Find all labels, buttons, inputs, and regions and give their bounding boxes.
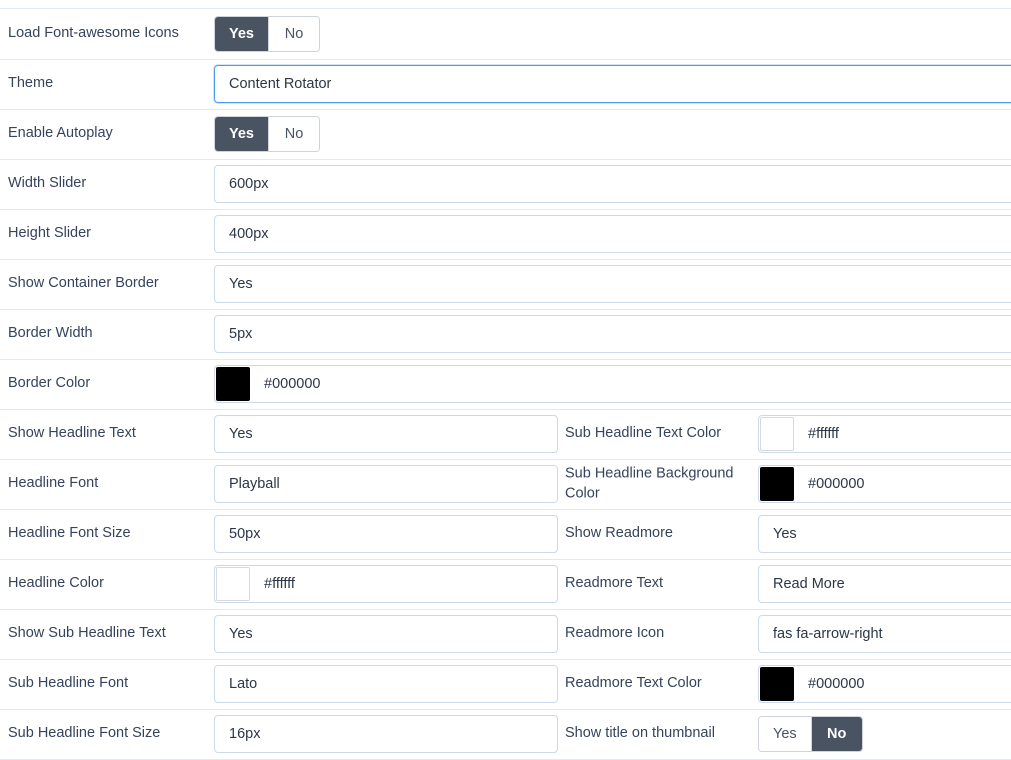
border-color-color-field[interactable]: #000000 bbox=[214, 365, 1011, 403]
readmore-text-color-color-swatch[interactable] bbox=[760, 667, 794, 701]
setting-label-readmore-icon: Readmore Icon bbox=[565, 625, 665, 642]
setting-row-height-slider: Height Slider 400px bbox=[0, 209, 1011, 259]
readmore-icon-value: fas fa-arrow-right bbox=[773, 626, 883, 642]
load-font-awesome-icons-toggle-yes[interactable]: Yes bbox=[215, 17, 269, 51]
sub-headline-background-color-color-swatch[interactable] bbox=[760, 467, 794, 501]
setting-label-show-title-on-thumbnail: Show title on thumbnail bbox=[565, 725, 715, 742]
setting-label-border-width: Border Width bbox=[8, 325, 93, 342]
setting-row-readmore-text-color: Readmore Text Color #000000 bbox=[0, 659, 1011, 709]
enable-autoplay-toggle-yes[interactable]: Yes bbox=[215, 117, 269, 151]
border-color-color-hex: #000000 bbox=[264, 376, 321, 392]
setting-label-theme: Theme bbox=[8, 75, 54, 92]
setting-label-show-container-border: Show Container Border bbox=[8, 275, 159, 292]
width-slider-input[interactable]: 600px bbox=[214, 165, 1011, 203]
setting-row-show-readmore: Show Readmore Yes bbox=[0, 509, 1011, 559]
sub-headline-text-color-color-field[interactable]: #ffffff bbox=[758, 415, 1011, 453]
load-font-awesome-icons-toggle-no[interactable]: No bbox=[269, 17, 319, 51]
width-slider-value: 600px bbox=[229, 176, 269, 192]
setting-row-load-font-awesome-icons: Load Font-awesome Icons Yes No bbox=[0, 9, 1011, 59]
enable-autoplay-toggle[interactable]: Yes No bbox=[214, 116, 320, 152]
setting-row-theme: Theme Content Rotator bbox=[0, 59, 1011, 109]
show-container-border-input[interactable]: Yes bbox=[214, 265, 1011, 303]
setting-label-readmore-text: Readmore Text bbox=[565, 575, 664, 592]
setting-label-height-slider: Height Slider bbox=[8, 225, 92, 242]
readmore-icon-input[interactable]: fas fa-arrow-right bbox=[758, 615, 1011, 653]
setting-row-width-slider: Width Slider 600px bbox=[0, 159, 1011, 209]
setting-row-show-title-on-thumbnail: Show title on thumbnail Yes No bbox=[0, 709, 1011, 759]
show-container-border-value: Yes bbox=[229, 276, 253, 292]
setting-label-sub-headline-background-color: Sub Headline Background Color bbox=[565, 465, 734, 501]
show-readmore-input[interactable]: Yes bbox=[758, 515, 1011, 553]
height-slider-input[interactable]: 400px bbox=[214, 215, 1011, 253]
enable-autoplay-toggle-no[interactable]: No bbox=[269, 117, 319, 151]
sub-headline-background-color-color-hex: #000000 bbox=[808, 476, 865, 492]
show-title-on-thumbnail-toggle-yes[interactable]: Yes bbox=[759, 717, 812, 751]
height-slider-value: 400px bbox=[229, 226, 269, 242]
setting-row-show-container-border: Show Container Border Yes bbox=[0, 259, 1011, 309]
setting-label-load-font-awesome-icons: Load Font-awesome Icons bbox=[8, 25, 179, 42]
theme-value: Content Rotator bbox=[229, 76, 332, 92]
theme-input[interactable]: Content Rotator bbox=[214, 65, 1011, 103]
readmore-text-color-color-field[interactable]: #000000 bbox=[758, 665, 1011, 703]
readmore-text-color-color-hex: #000000 bbox=[808, 676, 865, 692]
setting-label-enable-autoplay: Enable Autoplay bbox=[8, 125, 113, 142]
border-width-input[interactable]: 5px bbox=[214, 315, 1011, 353]
sub-headline-text-color-color-swatch[interactable] bbox=[760, 417, 794, 451]
load-font-awesome-icons-toggle[interactable]: Yes No bbox=[214, 16, 320, 52]
setting-row-enable-autoplay: Enable Autoplay Yes No bbox=[0, 109, 1011, 159]
setting-label-readmore-text-color: Readmore Text Color bbox=[565, 675, 702, 692]
border-color-color-swatch[interactable] bbox=[216, 367, 250, 401]
border-width-value: 5px bbox=[229, 326, 253, 342]
setting-label-width-slider: Width Slider bbox=[8, 175, 87, 192]
setting-label-show-readmore: Show Readmore bbox=[565, 525, 673, 542]
readmore-text-value: Read More bbox=[773, 576, 845, 592]
setting-row-border-color: Border Color #000000 bbox=[0, 359, 1011, 409]
setting-row-sub-headline-background-color: Sub Headline Background Color #000000 bbox=[0, 459, 1011, 509]
setting-row-readmore-icon: Readmore Icon fas fa-arrow-right bbox=[0, 609, 1011, 659]
setting-label-sub-headline-text-color: Sub Headline Text Color bbox=[565, 425, 722, 442]
readmore-text-input[interactable]: Read More bbox=[758, 565, 1011, 603]
sub-headline-background-color-color-field[interactable]: #000000 bbox=[758, 465, 1011, 503]
show-readmore-value: Yes bbox=[773, 526, 797, 542]
setting-row-readmore-text: Readmore Text Read More bbox=[0, 559, 1011, 609]
setting-row-border-width: Border Width 5px bbox=[0, 309, 1011, 359]
show-title-on-thumbnail-toggle-no[interactable]: No bbox=[811, 717, 862, 751]
setting-label-border-color: Border Color bbox=[8, 375, 91, 392]
sub-headline-text-color-color-hex: #ffffff bbox=[808, 426, 839, 442]
show-title-on-thumbnail-toggle[interactable]: Yes No bbox=[758, 716, 863, 752]
setting-row-sub-headline-text-color: Sub Headline Text Color #ffffff bbox=[0, 409, 1011, 459]
